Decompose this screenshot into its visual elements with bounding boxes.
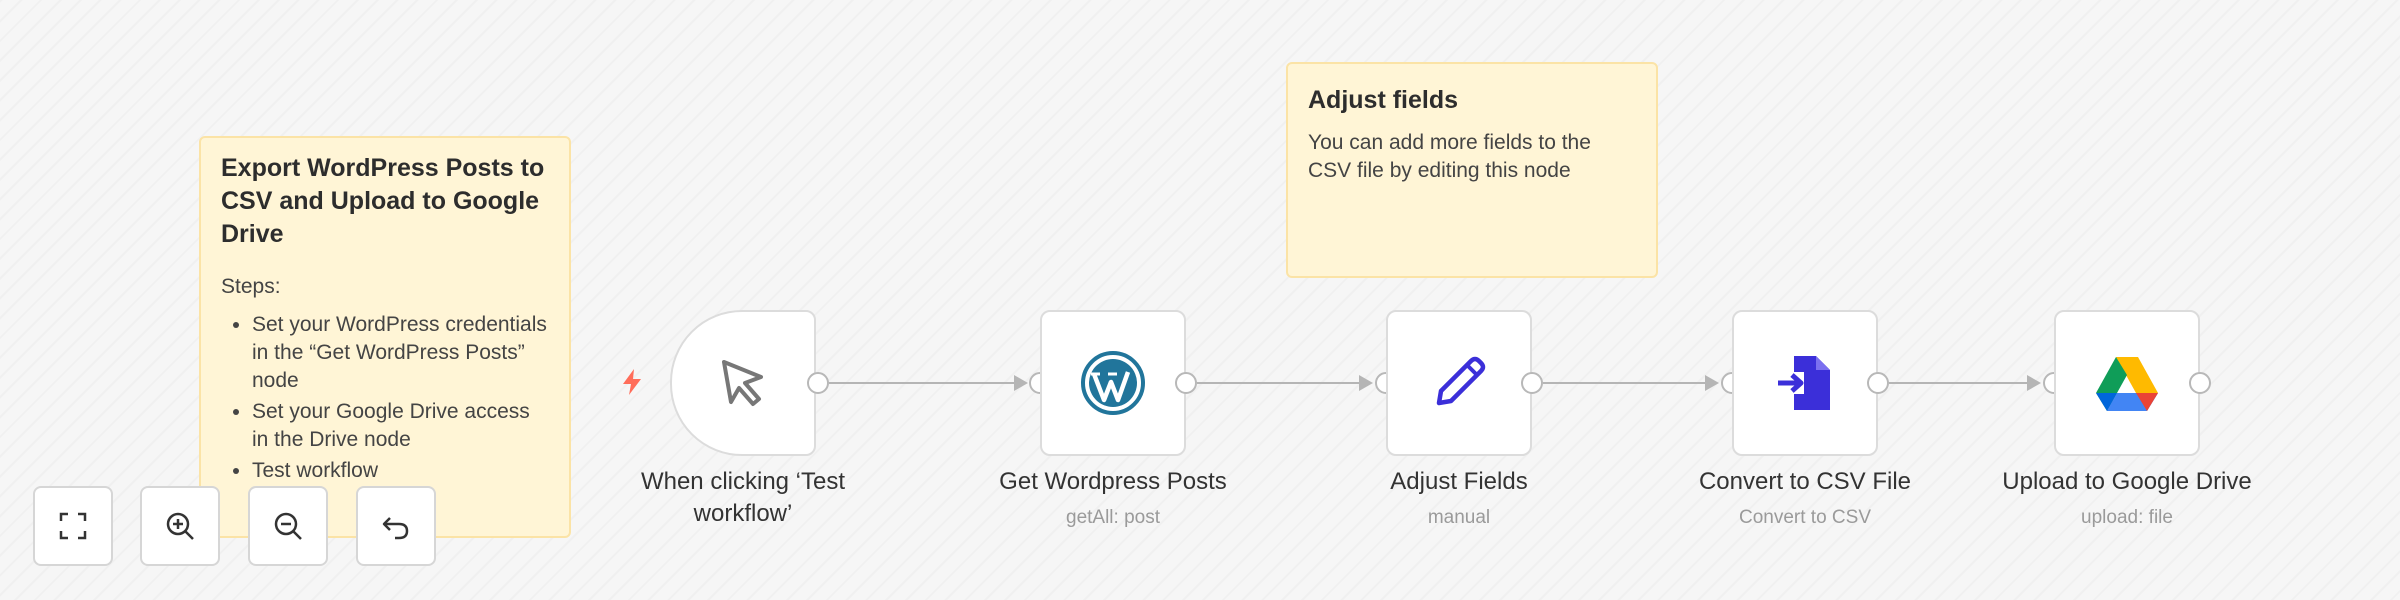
- steps-label: Steps:: [221, 275, 281, 298]
- convert-file-icon: [1778, 356, 1830, 410]
- output-port[interactable]: [1867, 372, 1889, 394]
- reset-zoom-button[interactable]: [356, 486, 436, 566]
- steps-list: Set your WordPress credentials in the “G…: [221, 311, 549, 485]
- arrow-icon: [1705, 375, 1719, 391]
- connection-wire: [1197, 382, 1369, 384]
- fullscreen-icon: [59, 512, 87, 540]
- cursor-icon: [722, 360, 763, 406]
- step-item: Set your WordPress credentials in the “G…: [252, 311, 549, 395]
- node-subtitle: Convert to CSV: [1739, 507, 1871, 528]
- arrow-icon: [1014, 375, 1028, 391]
- node-label: Adjust Fields: [1390, 468, 1528, 495]
- step-item: Set your Google Drive access in the Driv…: [252, 398, 549, 454]
- connection-wire: [829, 382, 1023, 384]
- node-google-drive[interactable]: [2054, 310, 2200, 456]
- node-label: When clicking ‘Test workflow’: [640, 468, 846, 527]
- node-convert-to-csv[interactable]: [1732, 310, 1878, 456]
- connection-wire: [1889, 382, 2037, 384]
- step-item: Test workflow: [252, 457, 549, 485]
- output-port[interactable]: [1175, 372, 1197, 394]
- arrow-icon: [1359, 375, 1373, 391]
- bolt-icon: [623, 369, 641, 395]
- node-manual-trigger[interactable]: [670, 310, 816, 456]
- undo-icon: [382, 517, 409, 540]
- output-port[interactable]: [807, 372, 829, 394]
- google-drive-icon: [2096, 357, 2158, 411]
- node-adjust-fields[interactable]: [1386, 310, 1532, 456]
- node-subtitle: getAll: post: [1066, 507, 1160, 528]
- wordpress-icon: [1081, 351, 1145, 415]
- fit-view-button[interactable]: [33, 486, 113, 566]
- output-port[interactable]: [2189, 372, 2211, 394]
- sticky-title: Adjust fields: [1308, 86, 1459, 114]
- sticky-note-adjust-fields[interactable]: Adjust fields You can add more fields to…: [1286, 62, 1658, 278]
- zoom-in-button[interactable]: [140, 486, 220, 566]
- zoom-out-button[interactable]: [248, 486, 328, 566]
- node-label: Convert to CSV File: [1698, 468, 1912, 495]
- sticky-title: Export WordPress Posts to CSV and Upload…: [221, 154, 545, 248]
- output-port[interactable]: [1521, 372, 1543, 394]
- node-subtitle: upload: file: [2081, 507, 2173, 528]
- node-wordpress[interactable]: [1040, 310, 1186, 456]
- workflow-canvas[interactable]: Export WordPress Posts to CSV and Upload…: [0, 0, 2400, 600]
- sticky-note-instructions[interactable]: Export WordPress Posts to CSV and Upload…: [199, 136, 571, 538]
- sticky-text: You can add more fields to the CSV file …: [1308, 131, 1591, 182]
- arrow-icon: [2027, 375, 2041, 391]
- node-subtitle: manual: [1427, 507, 1491, 528]
- node-label: Upload to Google Drive: [2002, 468, 2252, 495]
- pencil-icon: [1436, 356, 1486, 406]
- zoom-out-icon: [274, 512, 302, 540]
- connection-wire: [1543, 382, 1715, 384]
- node-label: Get Wordpress Posts: [999, 468, 1227, 495]
- zoom-in-icon: [166, 512, 194, 540]
